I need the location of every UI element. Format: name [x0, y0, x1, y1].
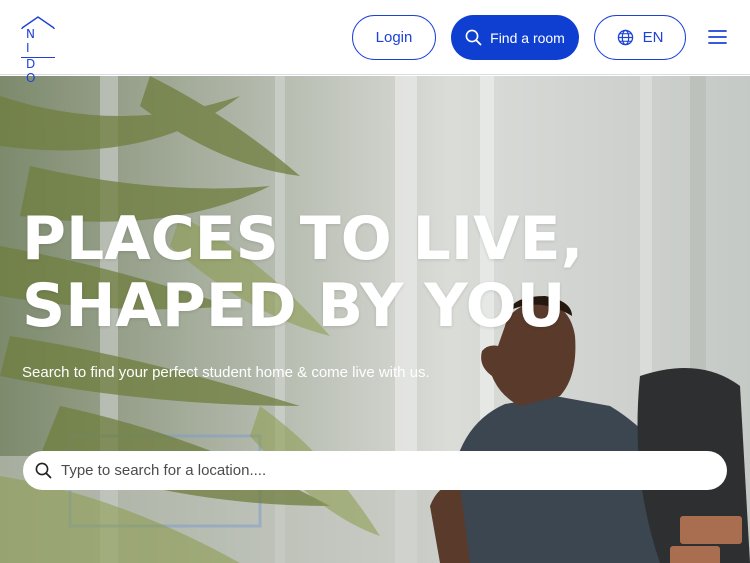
logo-text-bottom: D O — [26, 57, 42, 85]
location-search-bar[interactable] — [23, 451, 727, 490]
language-label: EN — [642, 29, 664, 46]
search-icon — [465, 29, 482, 46]
login-button[interactable]: Login — [352, 15, 436, 60]
hero-section: PLACES TO LIVE, SHAPED BY YOU Search to … — [0, 76, 750, 563]
location-search-input[interactable] — [61, 462, 681, 479]
site-header: N I D O Login Find a room EN — [0, 0, 750, 85]
nido-logo[interactable]: N I D O — [21, 15, 57, 85]
hero-title-line2: SHAPED BY YOU — [22, 271, 566, 341]
hamburger-menu-icon[interactable] — [707, 27, 729, 47]
language-selector[interactable]: EN — [594, 15, 686, 60]
find-room-button[interactable]: Find a room — [451, 15, 579, 60]
hero-title: PLACES TO LIVE, SHAPED BY YOU — [22, 206, 622, 340]
hero-subtitle: Search to find your perfect student home… — [22, 364, 430, 381]
globe-icon — [617, 29, 633, 46]
logo-text-top: N I — [26, 27, 41, 55]
login-button-label: Login — [375, 29, 413, 46]
search-icon — [35, 462, 52, 479]
logo-text: N I D O — [21, 27, 55, 85]
hero-title-line1: PLACES TO LIVE, — [22, 204, 584, 274]
logo-underline — [21, 57, 55, 58]
find-room-button-label: Find a room — [490, 29, 565, 46]
